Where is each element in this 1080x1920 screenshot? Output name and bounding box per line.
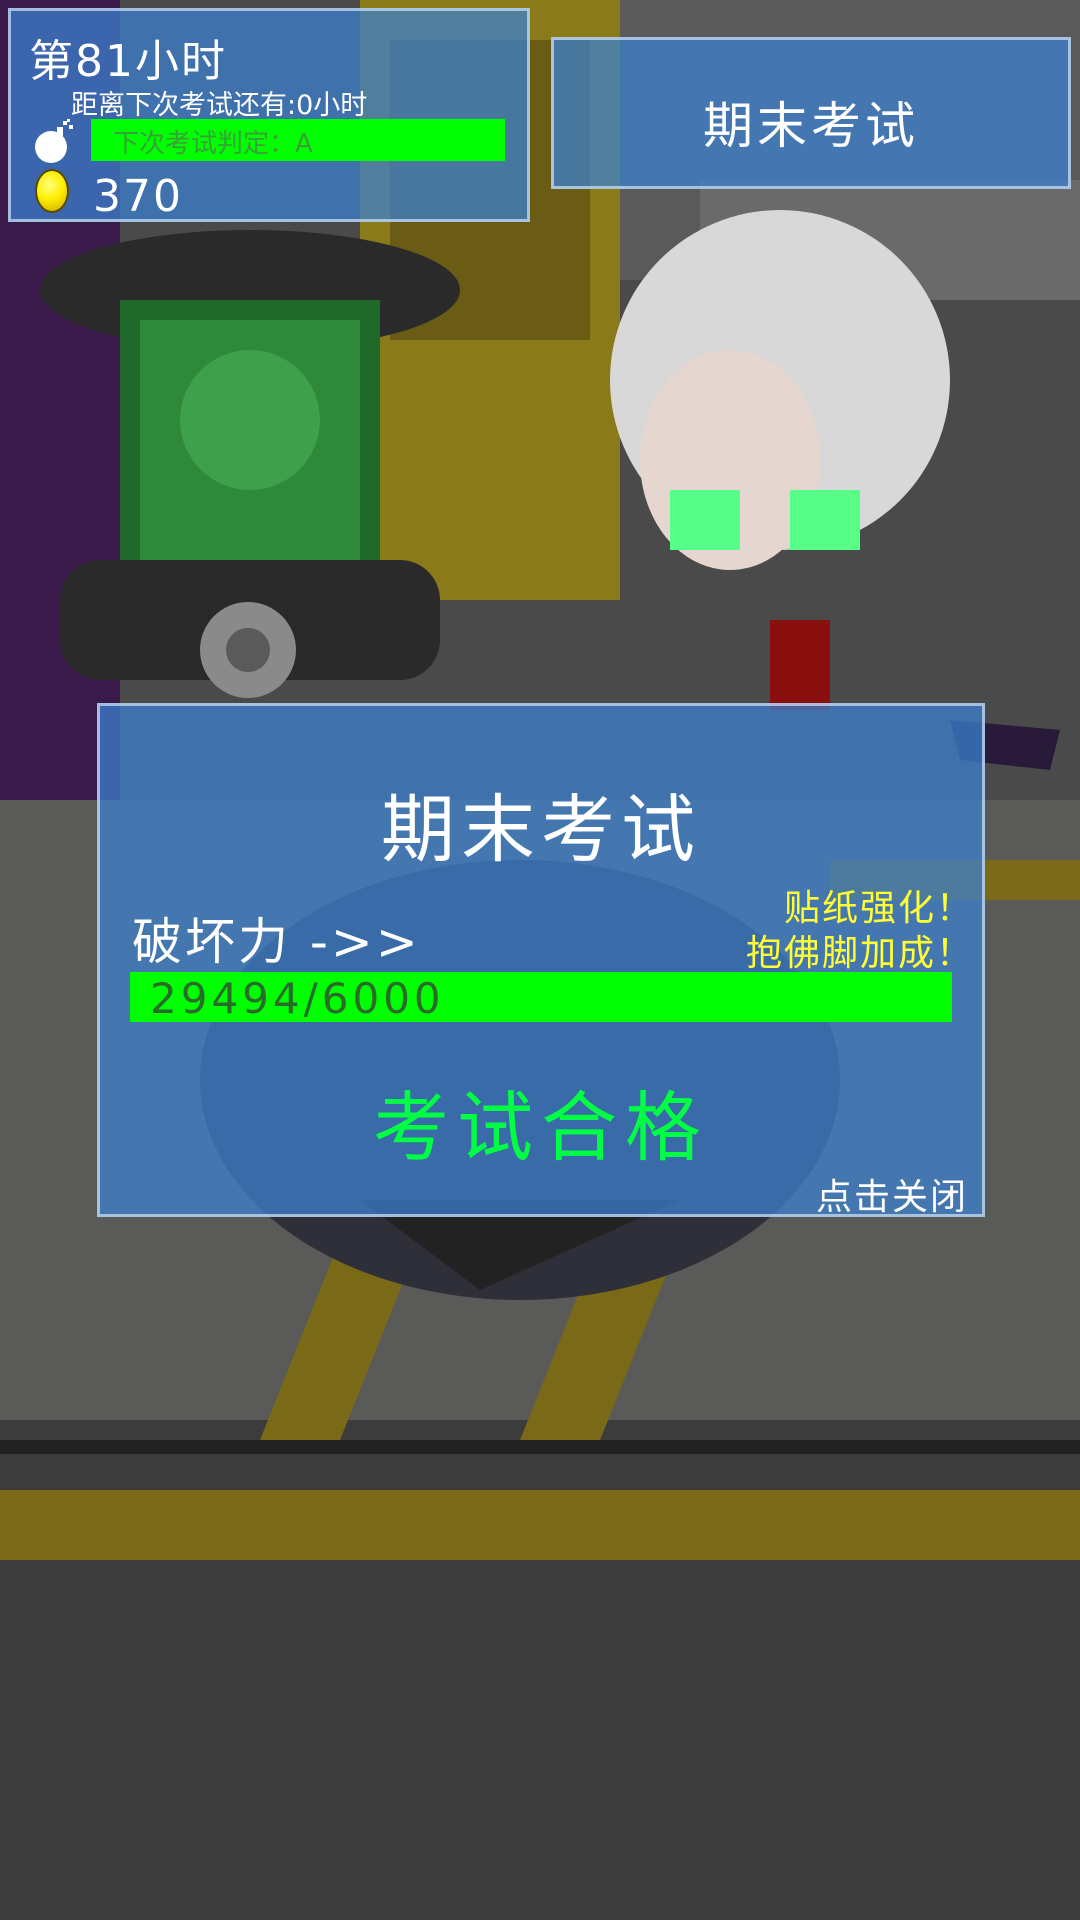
- final-exam-button[interactable]: 期末考试: [551, 37, 1071, 189]
- final-exam-button-label: 期末考试: [703, 97, 919, 155]
- destruction-power-label: 破坏力 ->>: [132, 913, 421, 971]
- exam-result-dialog[interactable]: 期末考试 破坏力 ->> 贴纸强化！ 抱佛脚加成！ 29494/6000 考试合…: [97, 703, 985, 1220]
- tap-to-close-hint[interactable]: 点击关闭: [816, 1168, 968, 1220]
- hour-counter: 第81小时: [29, 36, 227, 87]
- coin-count: 370: [93, 171, 183, 222]
- next-grade-bar: 下次考试判定：A: [91, 119, 505, 161]
- destruction-power-value: 29494/6000: [150, 974, 445, 1023]
- exam-result-text: 考试合格: [373, 1083, 709, 1172]
- destruction-power-bar: 29494/6000: [130, 972, 952, 1023]
- status-hud: 第81小时 距离下次考试还有:0小时 下次考试判定：A 370: [8, 8, 530, 222]
- gold-coin-icon: [35, 169, 69, 213]
- exam-countdown: 距离下次考试还有:0小时: [71, 90, 368, 121]
- dialog-title: 期末考试: [381, 787, 701, 873]
- next-grade-label: 下次考试判定：A: [113, 129, 313, 159]
- bomb-icon: [35, 119, 73, 163]
- cram-bonus-text: 抱佛脚加成！: [745, 933, 974, 974]
